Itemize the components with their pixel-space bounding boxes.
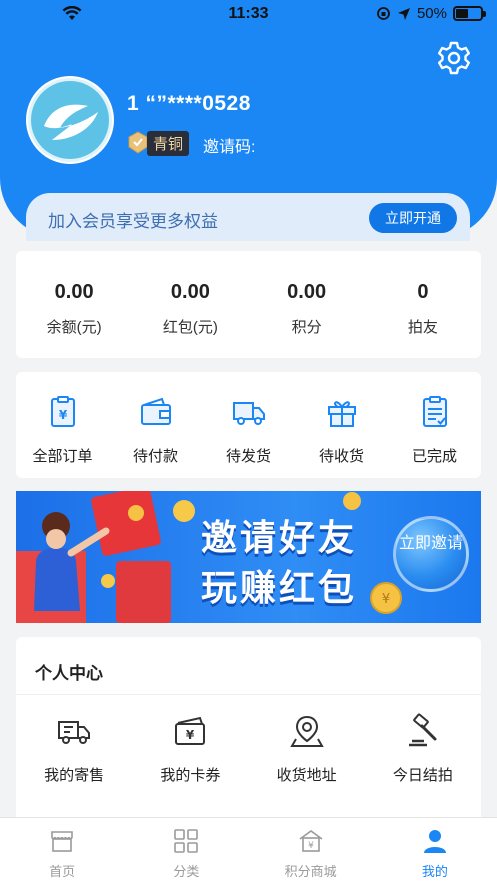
section-title: 个人中心: [16, 637, 481, 695]
brand-logo-icon: [28, 78, 112, 162]
consign-truck-icon: [58, 721, 91, 744]
order-label: 已完成: [411, 448, 457, 465]
auction-hammer-icon: [408, 713, 437, 747]
orders-card: ¥ 全部订单 待付款 待发货 待收货 已完成: [16, 372, 481, 478]
order-pending-receipt[interactable]: 待收货: [295, 372, 388, 478]
stat-label: 积分: [291, 319, 322, 336]
status-bar: 11:33 50%: [0, 0, 497, 30]
activate-membership-button[interactable]: 立即开通: [369, 203, 457, 233]
location-arrow-icon: [397, 7, 410, 20]
user-phone: 1 “”****0528: [127, 92, 251, 115]
tab-label: 我的: [421, 864, 448, 879]
bottom-tab-bar: 首页 分类 ¥ 积分商城 我的: [0, 817, 497, 883]
my-coupons[interactable]: ¥ 我的卡券: [132, 713, 248, 785]
membership-banner[interactable]: 加入会员享受更多权益 立即开通: [26, 193, 470, 241]
invite-code-label[interactable]: 邀请码:: [203, 133, 255, 157]
banner-illustration: [16, 491, 195, 623]
item-label: 今日结拍: [392, 767, 453, 784]
order-label: 全部订单: [32, 448, 93, 465]
stat-value: 0: [417, 281, 429, 303]
membership-text: 加入会员享受更多权益: [48, 212, 218, 231]
stat-label: 红包(元): [162, 319, 218, 336]
level-label: 青铜: [147, 130, 190, 156]
banner-title-line1: 邀请好友: [201, 517, 358, 558]
tab-category[interactable]: 分类: [124, 818, 248, 883]
account-stats-card: 0.00 余额(元) 0.00 红包(元) 0.00 积分 0 拍友: [16, 251, 481, 358]
wallet-icon: [140, 397, 171, 425]
item-label: 我的寄售: [44, 767, 105, 784]
order-icon: ¥: [50, 396, 75, 427]
stat-points[interactable]: 0.00 积分: [249, 251, 365, 358]
stat-red-packet[interactable]: 0.00 红包(元): [132, 251, 248, 358]
lock-rotation-icon: [377, 7, 390, 20]
invite-friends-banner[interactable]: 邀请好友 玩赚红包 ¥ 立即邀请: [16, 491, 481, 623]
order-all[interactable]: ¥ 全部订单: [16, 372, 109, 478]
svg-text:¥: ¥: [58, 408, 67, 422]
user-icon: [423, 830, 446, 853]
battery-percent: 50%: [416, 5, 447, 22]
stat-value: 0.00: [170, 281, 210, 303]
my-consignment[interactable]: 我的寄售: [16, 713, 132, 785]
order-pending-shipment[interactable]: 待发货: [202, 372, 295, 478]
shop-icon: [51, 831, 73, 852]
tab-label: 首页: [49, 864, 76, 879]
svg-text:¥: ¥: [382, 592, 390, 607]
location-icon: [289, 715, 324, 747]
svg-text:¥: ¥: [186, 728, 195, 742]
svg-text:¥: ¥: [308, 841, 314, 851]
gift-icon: [327, 401, 356, 427]
personal-center-card: 个人中心 我的寄售 ¥ 我的卡券 收货地址 今日结拍: [16, 637, 481, 827]
tab-points-store[interactable]: ¥ 积分商城: [249, 818, 373, 883]
stat-value: 0.00: [54, 281, 94, 303]
today-auctions[interactable]: 今日结拍: [365, 713, 481, 785]
coin-icon: [343, 492, 361, 510]
checklist-icon: [422, 396, 447, 427]
shipping-address[interactable]: 收货地址: [249, 713, 365, 785]
settings-gear-icon[interactable]: [436, 40, 472, 76]
coupon-icon: ¥: [175, 716, 206, 745]
tab-home[interactable]: 首页: [0, 818, 124, 883]
grid-icon: [174, 829, 199, 853]
truck-icon: [232, 402, 265, 425]
order-label: 待付款: [132, 448, 178, 465]
points-store-icon: ¥: [299, 830, 323, 852]
member-level-badge: 青铜: [127, 130, 190, 156]
order-label: 待收货: [318, 448, 364, 465]
avatar[interactable]: [26, 76, 114, 164]
tab-mine[interactable]: 我的: [373, 818, 497, 883]
battery-icon: [453, 6, 486, 21]
stat-friends[interactable]: 0 拍友: [365, 251, 481, 358]
invite-now-bubble[interactable]: 立即邀请: [393, 516, 469, 592]
order-completed[interactable]: 已完成: [388, 372, 481, 478]
order-label: 待发货: [225, 448, 271, 465]
banner-title-line2: 玩赚红包: [201, 567, 358, 608]
coin-icon: ¥: [370, 582, 402, 614]
tab-label: 积分商城: [284, 864, 337, 879]
stat-value: 0.00: [287, 281, 327, 303]
item-label: 我的卡券: [160, 767, 221, 784]
order-pending-payment[interactable]: 待付款: [109, 372, 202, 478]
stat-label: 拍友: [407, 319, 438, 336]
tab-label: 分类: [173, 864, 200, 879]
stat-balance[interactable]: 0.00 余额(元): [16, 251, 132, 358]
stat-label: 余额(元): [46, 319, 102, 336]
item-label: 收货地址: [276, 767, 337, 784]
medal-icon: [128, 131, 148, 154]
